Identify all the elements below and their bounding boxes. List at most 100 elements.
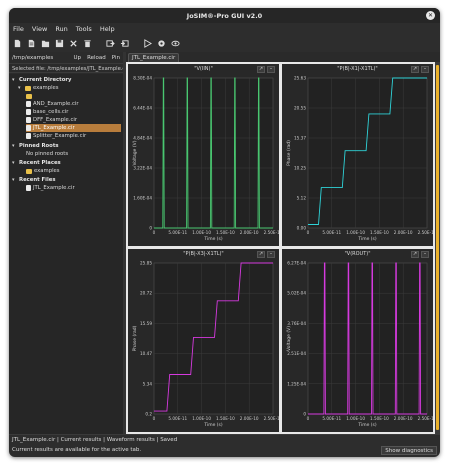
menu-run[interactable]: Run [55,25,67,33]
waveform-chart: 01.60E-043.22E-044.84E-046.44E-048.30E-0… [132,76,279,243]
run-icon[interactable] [142,38,153,49]
tree-folder-examples[interactable]: ▾ examples [18,84,59,92]
window-title: JoSIM®-Pro GUI v2.0 [186,11,263,20]
tab-jtl-example[interactable]: JTL_Example.cir [128,53,180,62]
x-tick-label: 0 [307,416,310,421]
open-file-icon[interactable] [26,38,37,49]
pinned-roots-header[interactable]: ▾ Pinned Roots [12,142,59,150]
x-tick-label: 2.00E-10 [394,230,413,235]
current-path: /tmp/examples [12,54,54,61]
import-icon[interactable] [105,38,116,49]
tree-file[interactable]: DFF_Example.cir [26,116,77,124]
tree-file[interactable]: base_cells.cir [26,108,68,116]
plot-panel: 0 1.60E-04 3.22E-04 4.84E-04 6.44E-04 8.30E-0… [128,64,279,246]
x-tick-label: 5.00E-11 [168,416,187,421]
chevron-down-icon: ▾ [12,77,15,83]
folder-icon [26,168,32,174]
x-tick-label: 0 [307,230,310,235]
x-tick-label: 2.00E-10 [240,230,259,235]
y-tick-label: 10.47 [140,351,152,356]
chevron-down-icon: ▾ [12,143,15,149]
pin-button[interactable]: Pin [109,55,123,61]
close-button[interactable]: ✕ [426,11,435,20]
recent-place-item[interactable]: examples [26,167,60,175]
plot-background [153,262,274,415]
y-tick-label: 3.76E-04 [287,321,306,326]
x-tick-label: 1.50E-10 [216,230,235,235]
save-icon[interactable] [54,38,65,49]
maximize-plot-button[interactable]: ↗ [257,251,265,258]
export-icon[interactable] [119,38,130,49]
file-icon [26,133,31,139]
x-tick-label: 5.00E-11 [322,230,341,235]
x-tick-label: 2.50E-10 [264,416,279,421]
waveform-chart: 0.00 5.12 10.25 15.37 20.55 25.63 0 5.00E-11 1.0… [286,76,433,243]
y-tick-label: 8.30E-04 [133,76,152,81]
x-tick-label: 1.50E-10 [370,416,389,421]
menu-file[interactable]: File [13,25,24,33]
up-button[interactable]: Up [71,55,85,61]
file-icon [26,185,31,191]
menu-bar: File View Run Tools Help [9,23,440,35]
y-tick-label: 6.27E-04 [287,261,306,266]
tree-file[interactable]: Splitter_Example.cir [26,132,86,140]
recent-files-header[interactable]: ▾ Recent Files [12,176,56,184]
reload-button[interactable]: Reload [84,55,109,61]
tree-folder-blank[interactable] [26,92,34,100]
delete-icon[interactable] [82,38,93,49]
y-tick-label: 25.85 [140,261,152,266]
vertical-scrollbar[interactable] [435,62,440,434]
scrollbar-thumb[interactable] [436,65,439,430]
settings-icon[interactable] [156,38,167,49]
x-tick-label: 1.00E-10 [192,230,211,235]
y-tick-label: 4.84E-04 [133,136,152,141]
show-diagnostics-button[interactable]: Show diagnostics [381,446,437,455]
selected-file-label: Selected file: /tmp/examples/JTL_Example… [9,63,123,73]
app-window: JoSIM®-Pro GUI v2.0 ✕ File View Run Tool… [9,8,440,457]
new-file-icon[interactable] [12,38,23,49]
title-bar: JoSIM®-Pro GUI v2.0 ✕ [9,8,440,23]
toolbar [9,36,440,51]
y-tick-label: 0.2 [145,412,152,417]
x-axis-label: Time (s) [203,422,223,428]
maximize-plot-button[interactable]: ↗ [257,66,265,73]
current-directory-header[interactable]: ▾ Current Directory [12,76,71,84]
file-tree: ▾ Current Directory ▾ examples AND_Example… [9,74,123,434]
y-tick-label: 15.37 [294,136,306,141]
menu-help[interactable]: Help [100,25,115,33]
file-icon [26,109,31,115]
cut-icon[interactable] [68,38,79,49]
status-text: Current results are available for the ac… [12,447,142,453]
x-axis-label: Time (s) [357,236,377,242]
chevron-down-icon: ▾ [12,160,15,166]
plot-panel: 0 1.25E-04 2.51E-04 3.76E-04 5.02E-04 6.27E-0… [282,249,433,432]
recent-file-item[interactable]: JTL_Example.cir [26,184,75,192]
plot-panel: 0.00 5.12 10.25 15.37 20.55 25.63 0 5.00E-11 1.0… [282,64,433,246]
x-tick-label: 2.50E-10 [418,416,433,421]
menu-view[interactable]: View [32,25,47,33]
maximize-plot-button[interactable]: ↗ [411,251,419,258]
chevron-down-icon: ▾ [18,85,21,91]
minimize-plot-button[interactable]: – [267,251,275,258]
minimize-plot-button[interactable]: – [267,66,275,73]
view-icon[interactable] [170,38,181,49]
x-tick-label: 1.50E-10 [216,416,235,421]
y-tick-label: 20.55 [294,106,306,111]
folder-icon [26,93,32,99]
open-folder-icon[interactable] [40,38,51,49]
x-tick-label: 5.00E-11 [168,230,187,235]
plot-panel: 0.2 5.34 10.47 15.59 20.72 25.85 0 5.00E-11 1.00… [128,249,279,432]
menu-tools[interactable]: Tools [76,25,92,33]
minimize-plot-button[interactable]: – [421,66,429,73]
y-tick-label: 5.12 [297,196,307,201]
x-tick-label: 1.00E-10 [346,416,365,421]
x-axis-label: Time (s) [357,422,377,428]
tree-file-selected[interactable]: JTL_Example.cir [26,124,121,132]
maximize-plot-button[interactable]: ↗ [411,66,419,73]
minimize-plot-button[interactable]: – [421,251,429,258]
y-axis-label: Phase (rad) [132,325,138,351]
results-area: JTL_Example.cir 0 1.60E-04 3.22E-04 4.84E-0… [126,52,440,434]
tree-file[interactable]: AND_Example.cir [26,100,79,108]
recent-places-header[interactable]: ▾ Recent Places [12,159,61,167]
x-tick-label: 2.50E-10 [418,230,433,235]
